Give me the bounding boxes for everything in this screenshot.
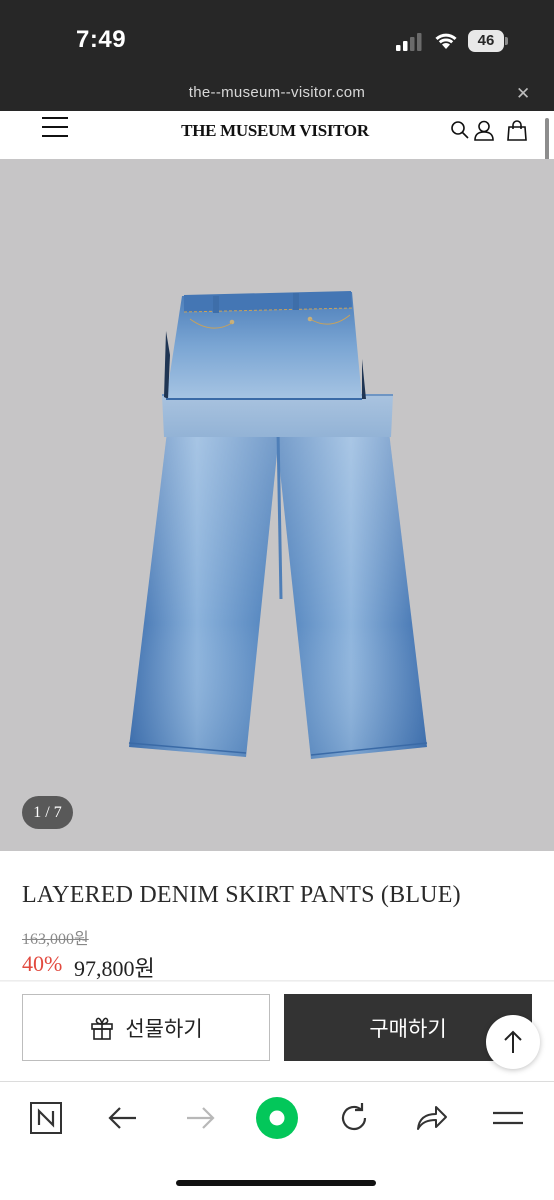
shopping-bag-icon[interactable] (506, 119, 528, 141)
site-logo-title[interactable]: THE MUSEUM VISITOR (150, 121, 400, 141)
url-text[interactable]: the--museum--visitor.com (0, 84, 554, 101)
gift-button[interactable]: 선물하기 (22, 994, 270, 1061)
browser-toolbar (0, 1082, 554, 1200)
refresh-icon[interactable] (332, 1096, 376, 1140)
status-bar: 7:49 46 (0, 0, 554, 78)
purchase-action-bar: 선물하기 구매하기 (0, 982, 554, 1078)
menu-icon[interactable] (42, 117, 68, 139)
site-header: THE MUSEUM VISITOR (0, 111, 554, 159)
search-icon[interactable] (449, 119, 471, 141)
battery-level: 46 (468, 30, 504, 52)
gift-button-label: 선물하기 (125, 1017, 203, 1041)
close-icon[interactable]: ✕ (516, 84, 530, 104)
discount-rate: 40% (22, 951, 63, 976)
denim-pants-image (128, 291, 428, 759)
naver-n-icon[interactable] (24, 1096, 68, 1140)
back-arrow-icon[interactable] (101, 1096, 145, 1140)
original-price: 163,000원 (22, 931, 89, 948)
status-time: 7:49 (76, 26, 127, 53)
green-home-icon[interactable] (253, 1094, 301, 1142)
share-icon[interactable] (409, 1096, 453, 1140)
forward-arrow-icon[interactable] (178, 1096, 222, 1140)
scroll-to-top-button[interactable] (486, 1015, 540, 1069)
arrow-up-icon (504, 1030, 522, 1053)
menu-lines-icon[interactable] (486, 1096, 530, 1140)
buy-button-label: 구매하기 (369, 1017, 447, 1041)
gift-icon (91, 1017, 114, 1040)
browser-url-bar: the--museum--visitor.com ✕ (0, 78, 554, 111)
sale-price: 97,800원 (74, 956, 155, 981)
user-icon[interactable] (473, 119, 495, 141)
wifi-icon (435, 33, 457, 49)
home-indicator (176, 1180, 376, 1186)
image-page-counter: 1 / 7 (22, 796, 73, 829)
cellular-signal-icon (396, 33, 422, 51)
product-image[interactable]: 1 / 7 (0, 159, 554, 851)
product-name: LAYERED DENIM SKIRT PANTS (BLUE) (22, 882, 461, 908)
battery-icon: 46 (468, 30, 508, 52)
